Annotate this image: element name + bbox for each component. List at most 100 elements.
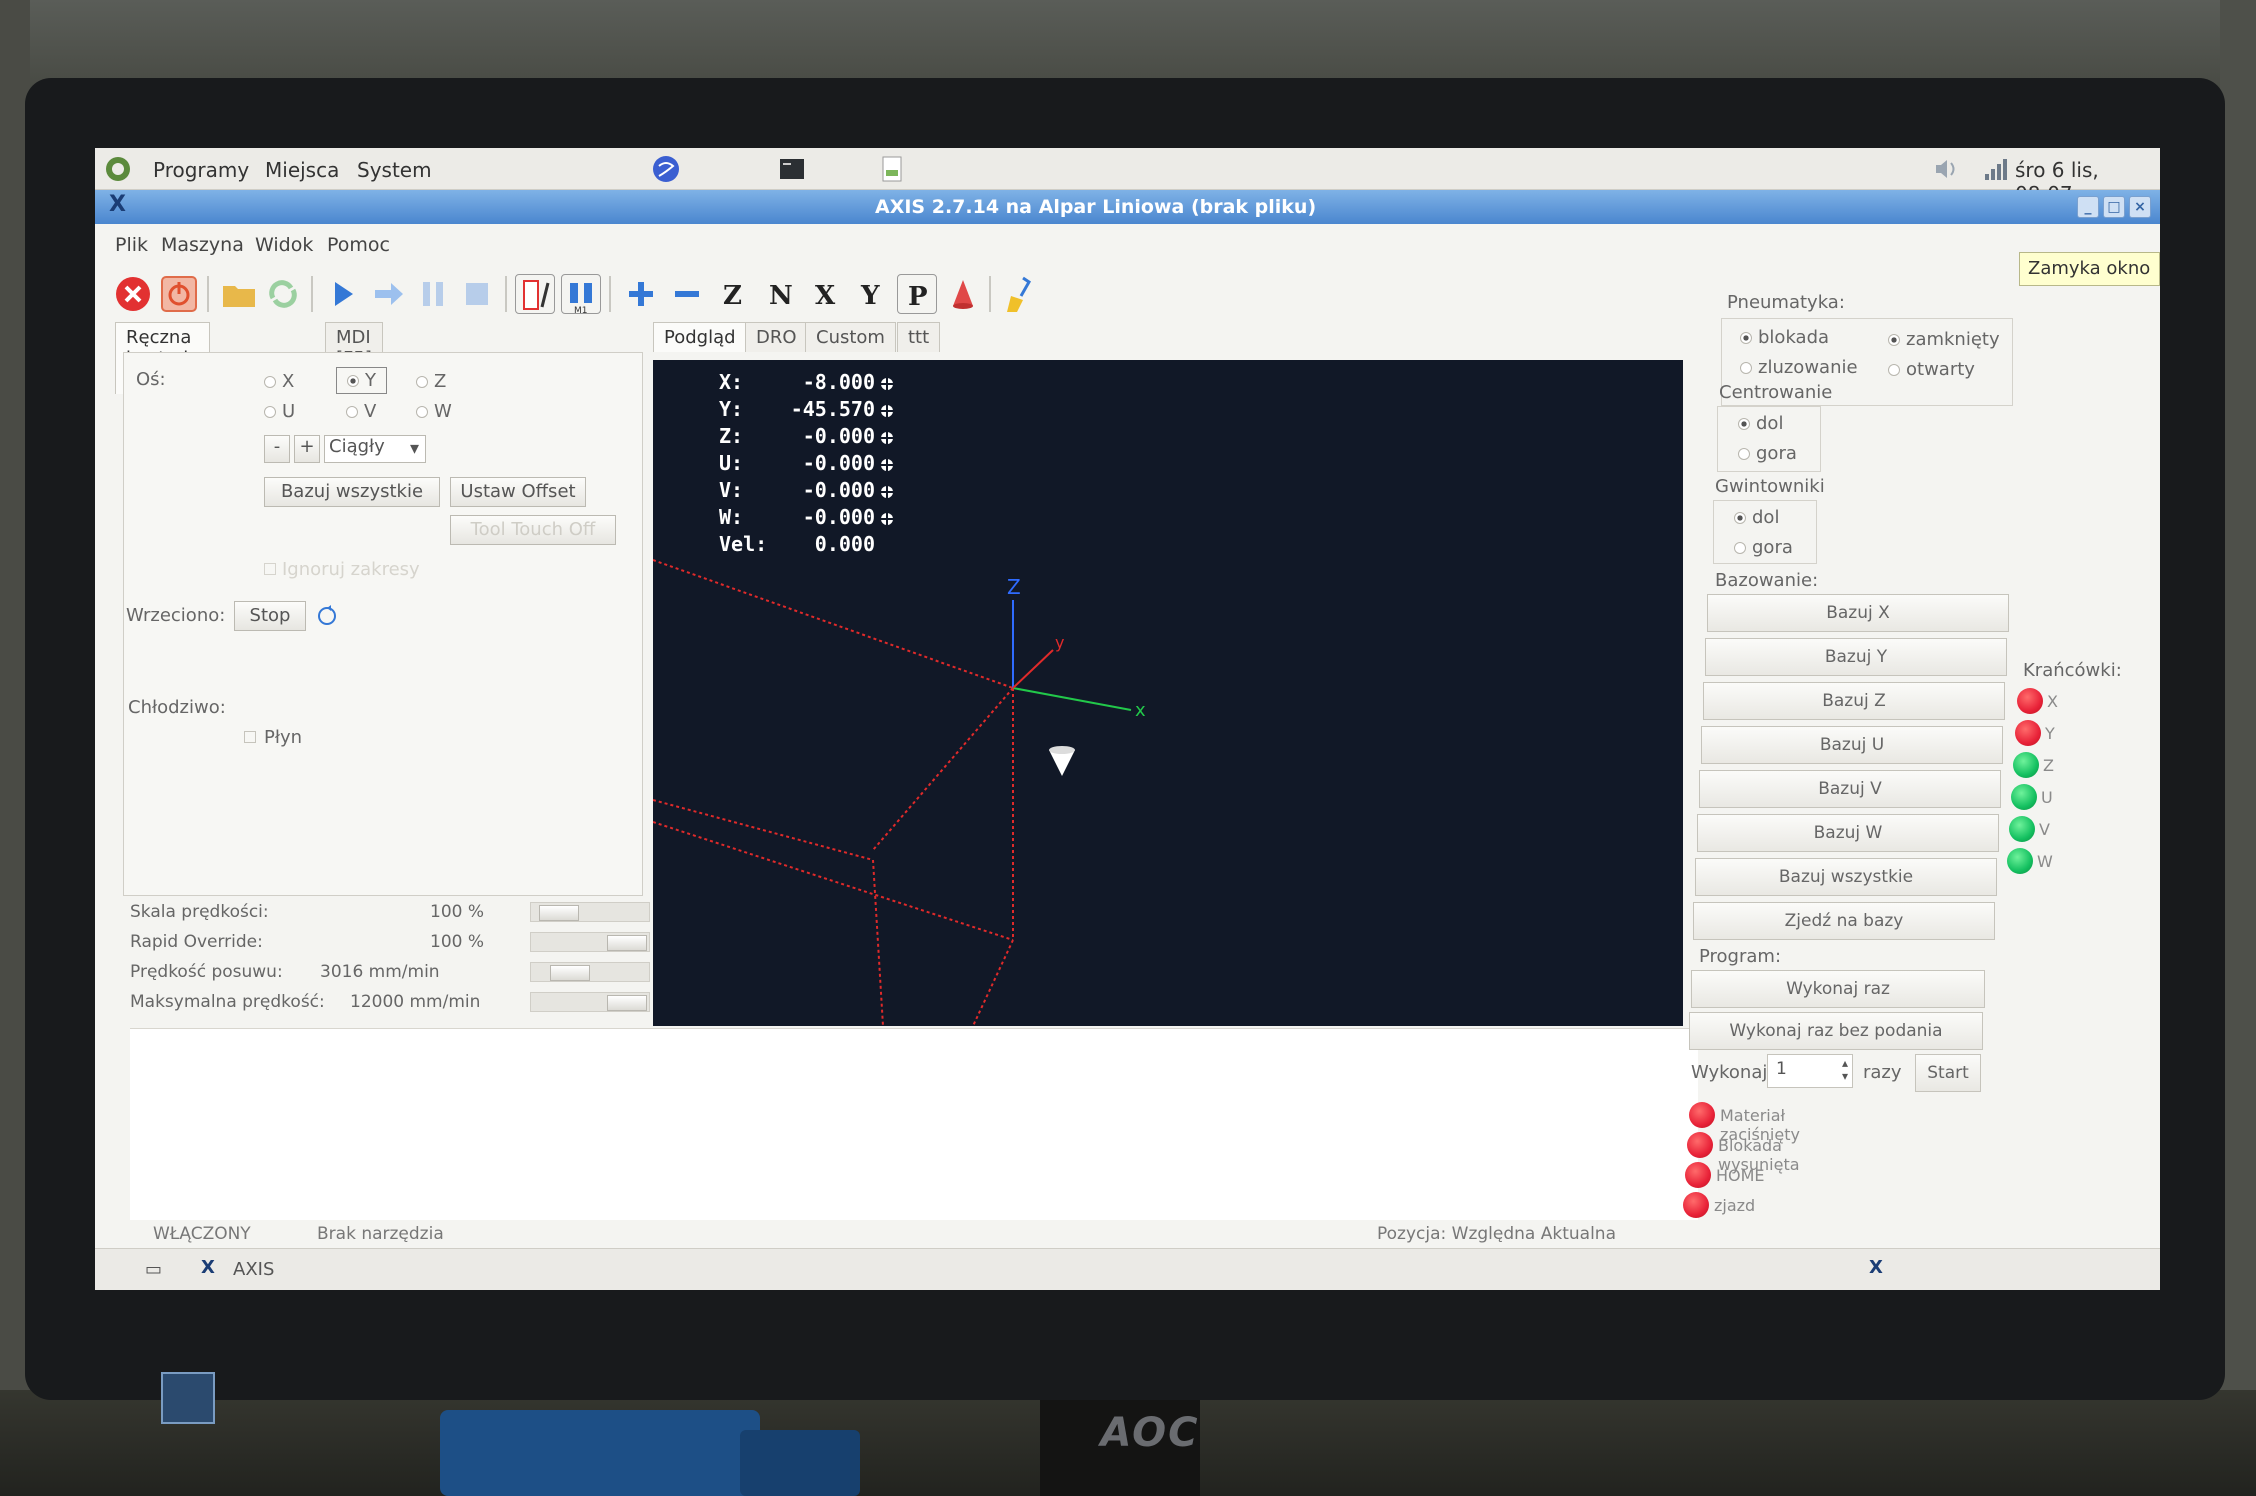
workspace-switcher-icon[interactable]: X [1869,1257,1883,1278]
touch-off-button[interactable]: Ustaw Offset [450,477,586,507]
browser-launcher-icon[interactable] [651,154,681,184]
pause-button[interactable] [413,274,453,314]
home-y-button[interactable]: Bazuj Y [1705,638,2007,676]
show-desktop-icon[interactable]: ▭ [145,1259,162,1280]
window-titlebar[interactable]: X AXIS 2.7.14 na Alpar Liniowa (brak pli… [95,190,2160,224]
zoom-out-button[interactable] [667,274,707,314]
jog-minus-button[interactable]: - [264,435,290,463]
taskbar-axis-window[interactable]: AXIS [233,1259,274,1280]
close-window-icon[interactable]: × [2129,196,2151,218]
valve-closed-radio[interactable]: zamknięty [1888,329,2000,350]
tapping-down-radio[interactable]: dol [1734,507,1779,528]
tool-touch-off-button[interactable]: Tool Touch Off [450,515,616,545]
home-all-side-button[interactable]: Bazuj wszystkie [1695,858,1997,896]
menu-widok[interactable]: Widok [255,234,313,256]
run-count-spinbox[interactable]: 1 ▴ ▾ [1767,1054,1853,1088]
radio-indicator [347,375,359,387]
axis-u-label: U [282,401,296,422]
block-delete-button[interactable] [515,274,555,314]
slider-thumb[interactable] [539,905,579,921]
terminal-launcher-icon[interactable] [777,154,807,184]
jog-plus-button[interactable]: + [294,435,320,463]
view-perspective-button[interactable]: P [897,274,937,314]
maximize-icon[interactable]: □ [2103,196,2125,218]
minimize-icon[interactable]: _ [2077,196,2099,218]
view-x-button[interactable]: X [805,274,845,314]
machine-power-button[interactable] [159,274,199,314]
step-button[interactable] [369,274,409,314]
spindle-stop-button[interactable]: Stop [234,601,306,631]
valve-open-radio[interactable]: otwarty [1888,359,1975,380]
axis-radio-z[interactable]: Z [416,371,446,392]
gnome-foot-icon[interactable] [103,154,133,184]
run-once-no-feed-button[interactable]: Wykonaj raz bez podania [1689,1012,1983,1050]
flood-checkbox[interactable]: Płyn [244,727,302,748]
stop-button[interactable] [457,274,497,314]
run-once-button[interactable]: Wykonaj raz [1691,970,1985,1008]
tab-custom[interactable]: Custom [805,322,896,352]
reload-button[interactable] [263,274,303,314]
panel-menu-system[interactable]: System [357,158,432,182]
open-file-button[interactable] [219,274,259,314]
toolbar-separator [311,276,313,312]
tab-dro[interactable]: DRO [745,322,808,352]
panel-menu-programy[interactable]: Programy [153,158,249,182]
home-v-button[interactable]: Bazuj V [1699,770,2001,808]
jog-mode-select[interactable]: Ciągły ▾ [324,435,426,463]
jog-speed-slider[interactable] [530,962,650,982]
spin-arrows-icon[interactable]: ▴ ▾ [1842,1057,1848,1083]
view-y-button[interactable]: Y [851,274,891,314]
material-clamped-led [1689,1102,1715,1128]
go-to-home-button[interactable]: Zjedź na bazy [1693,902,1995,940]
limit-v-led [2009,816,2035,842]
centering-up-radio[interactable]: gora [1738,443,1797,464]
menu-pomoc[interactable]: Pomoc [327,234,390,256]
zoom-in-button[interactable] [621,274,661,314]
home-u-button[interactable]: Bazuj U [1701,726,2003,764]
slider-thumb[interactable] [550,965,590,981]
ignore-limits-checkbox[interactable]: Ignoruj zakresy [264,559,420,580]
axis-radio-x[interactable]: X [264,371,294,392]
start-button[interactable]: Start [1915,1054,1981,1092]
view-z2-button[interactable]: N [759,274,799,314]
pneumatics-unlock-radio[interactable]: zluzowanie [1740,357,1858,378]
menu-plik[interactable]: Plik [115,234,148,256]
volume-icon[interactable] [1931,154,1961,184]
tab-preview[interactable]: Podgląd [653,322,747,352]
slider-thumb[interactable] [607,995,647,1011]
limit-edge [972,939,1014,1026]
axis-radio-w[interactable]: W [416,401,452,422]
max-velocity-slider[interactable] [530,992,650,1012]
rapid-override-slider[interactable] [530,932,650,952]
axis-radio-v[interactable]: V [346,401,376,422]
text-editor-launcher-icon[interactable] [877,154,907,184]
gcode-text-area[interactable] [130,1028,1698,1220]
run-button[interactable] [323,274,363,314]
network-signal-icon[interactable] [1981,154,2011,184]
spindle-reverse-button[interactable] [314,603,340,629]
svg-text:N: N [769,281,793,311]
centering-down-radio[interactable]: dol [1738,413,1783,434]
clear-plot-button[interactable] [1001,274,1041,314]
tab-ttt[interactable]: ttt [897,322,941,352]
axis-radio-u[interactable]: U [264,401,295,422]
axis-radio-y[interactable]: Y [336,367,387,394]
x-window-icon[interactable]: X [109,192,126,217]
home-all-button[interactable]: Bazuj wszystkie [264,477,440,507]
home-led [1685,1162,1711,1188]
menu-maszyna[interactable]: Maszyna [161,234,244,256]
slider-thumb[interactable] [607,935,647,951]
rotate-view-button[interactable] [943,274,983,314]
home-w-button[interactable]: Bazuj W [1697,814,1999,852]
optional-stop-button[interactable]: M1 [561,274,601,316]
view-z-button[interactable]: Z [713,274,753,314]
toolpath-preview[interactable]: X: -8.000 Y: -45.570 Z: -0.000 U: -0.000 V: -… [653,360,1683,1026]
estop-button[interactable] [113,274,153,314]
feed-override-slider[interactable] [530,902,650,922]
panel-menu-miejsca[interactable]: Miejsca [265,158,339,182]
estop-icon [116,277,150,311]
home-z-button[interactable]: Bazuj Z [1703,682,2005,720]
tapping-up-radio[interactable]: gora [1734,537,1793,558]
home-x-button[interactable]: Bazuj X [1707,594,2009,632]
pneumatics-lock-radio[interactable]: blokada [1740,327,1829,348]
